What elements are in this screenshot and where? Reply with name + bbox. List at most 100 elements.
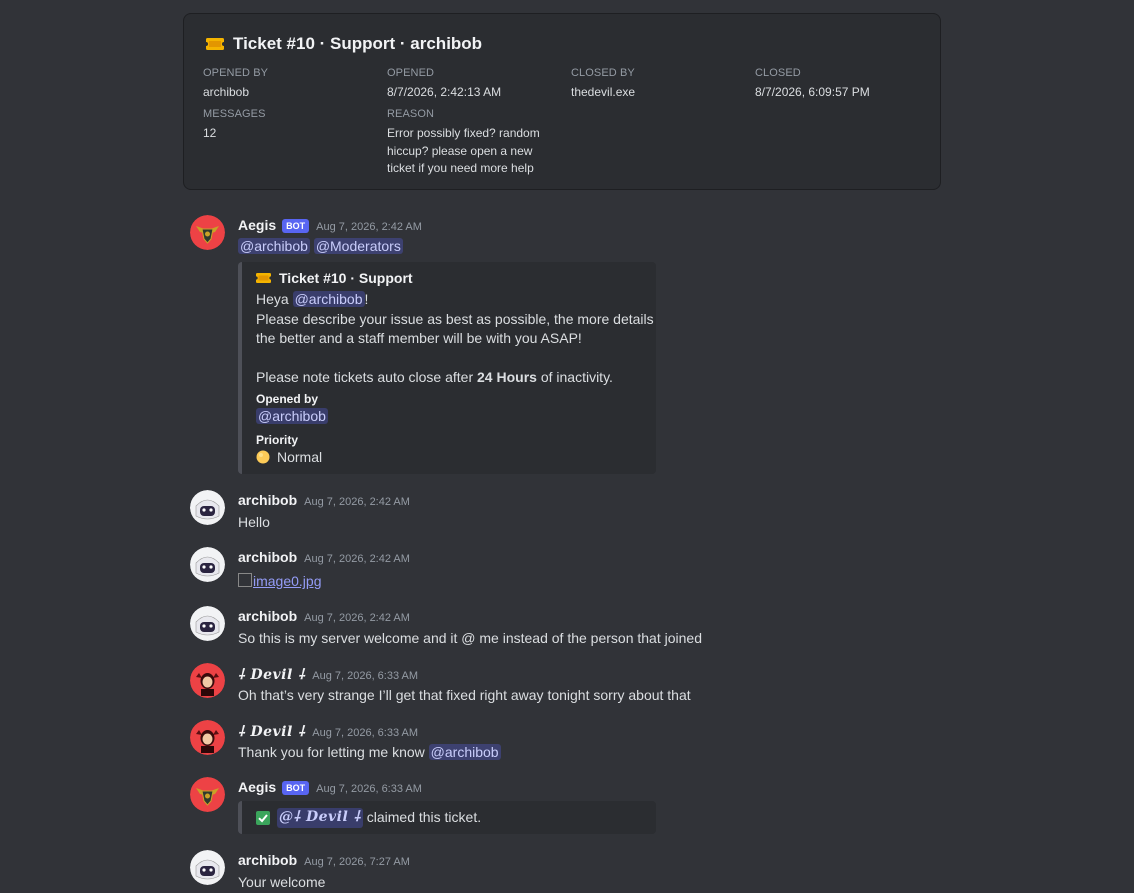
check-mark-button-icon [256,810,270,825]
message-text: Thank you for letting me know [238,744,425,760]
greeting-end: ! [364,291,369,307]
opened-by-label: OPENED BY [203,67,269,79]
claim-embed: @⸸ Devil ⸸ claimed this ticket. [238,801,656,834]
closed-label: CLOSED [755,67,801,79]
reason-line: hiccup? please open a new [387,143,533,158]
timestamp: Aug 7, 2026, 6:33 AM [312,727,419,739]
message-content: So this is my server welcome and it @ me… [238,630,702,646]
ticket-icon [206,38,224,50]
aegis-emblem-icon [190,777,225,812]
ticket-icon [256,273,271,283]
message-header: Aegis BOT Aug 7, 2026, 6:33 AM [238,779,422,796]
author-name[interactable]: archibob [238,492,297,508]
broken-image-icon [238,573,252,587]
devil-avatar-icon [190,663,225,698]
timestamp: Aug 7, 2026, 6:33 AM [316,783,422,795]
embed-line-bold: 24 Hours [477,369,537,385]
embed-line-pre: Please note tickets auto close after [256,369,474,385]
embed-title-text: Ticket #10 · Support [279,270,413,286]
message-header: archibob Aug 7, 2026, 2:42 AM [238,549,410,565]
reason-label: REASON [387,108,435,120]
mention[interactable]: @archibob [292,291,365,307]
opened-label: OPENED [387,67,435,79]
attachment-link[interactable]: image0.jpg [253,573,322,589]
mention[interactable]: @archibob [428,744,501,760]
mention[interactable]: @archibob [256,408,328,424]
opened-field: OPENED 8/7/2026, 2:42:13 AM [387,67,501,102]
closed-field: CLOSED 8/7/2026, 6:09:57 PM [755,67,870,102]
avatar-archibob[interactable] [190,490,225,525]
author-name[interactable]: archibob [238,852,297,868]
reason-value: Error possibly fixed? random hiccup? ple… [387,125,540,178]
avatar-aegis[interactable] [190,777,225,812]
avatar-archibob[interactable] [190,547,225,582]
claim-text: @⸸ Devil ⸸ claimed this ticket. [256,808,481,828]
author-name[interactable]: ⸸ Devil ⸸ [238,722,305,741]
mention[interactable]: @Moderators [313,238,403,254]
messages-value: 12 [203,126,217,140]
closed-by-label: CLOSED BY [571,67,635,79]
timestamp: Aug 7, 2026, 2:42 AM [316,221,422,233]
closed-by-field: CLOSED BY thedevil.exe [571,67,635,102]
author-name[interactable]: archibob [238,608,297,624]
messages-field: MESSAGES 12 [203,108,266,143]
ticket-summary-card: Ticket #10 · Support · archibob OPENED B… [183,13,941,190]
message-header: ⸸ Devil ⸸ Aug 7, 2026, 6:33 AM [238,722,418,741]
message-content: @archibob @Moderators [238,238,403,254]
message-content: image0.jpg [238,573,322,589]
avatar-devil[interactable] [190,720,225,755]
greeting-text: Heya [256,291,289,307]
timestamp: Aug 7, 2026, 2:42 AM [304,553,410,565]
message-header: Aegis BOT Aug 7, 2026, 2:42 AM [238,217,422,234]
timestamp: Aug 7, 2026, 7:27 AM [304,856,410,868]
archibob-avatar-icon [190,547,225,582]
closed-by-value: thedevil.exe [571,85,636,99]
yellow-circle-icon [256,450,270,464]
author-name[interactable]: Aegis [238,779,276,795]
timestamp: Aug 7, 2026, 2:42 AM [304,496,410,508]
mention[interactable]: @archibob [238,238,310,254]
archibob-avatar-icon [190,490,225,525]
archibob-avatar-icon [190,606,225,641]
message-header: archibob Aug 7, 2026, 2:42 AM [238,608,410,624]
reason-line: Error possibly fixed? random [387,126,540,140]
ticket-embed: Ticket #10 · Support Heya @archibob! Ple… [238,262,656,474]
embed-line: the better and a staff member will be wi… [256,330,582,346]
ticket-title: Ticket #10 · Support · archibob [206,34,482,54]
opened-value: 8/7/2026, 2:42:13 AM [387,85,502,99]
archibob-avatar-icon [190,850,225,885]
avatar-aegis[interactable] [190,215,225,250]
ticket-title-text: Ticket #10 · Support · archibob [233,34,483,53]
embed-title: Ticket #10 · Support [256,270,413,286]
opened-by-field: OPENED BY archibob [203,67,268,102]
embed-field-value: @archibob [256,408,328,424]
priority-value: Normal [277,449,323,465]
message-header: archibob Aug 7, 2026, 2:42 AM [238,492,410,508]
message-content: Your welcome [238,874,326,890]
message-header: ⸸ Devil ⸸ Aug 7, 2026, 6:33 AM [238,665,418,684]
avatar-devil[interactable] [190,663,225,698]
timestamp: Aug 7, 2026, 2:42 AM [304,612,410,624]
embed-description: Heya @archibob! Please describe your iss… [256,290,654,388]
opened-by-value: archibob [203,85,250,99]
claim-text-label: claimed this ticket. [366,809,482,825]
embed-field-name: Opened by [256,392,319,406]
timestamp: Aug 7, 2026, 6:33 AM [312,670,419,682]
mention[interactable]: @⸸ Devil ⸸ [277,808,363,828]
author-name[interactable]: ⸸ Devil ⸸ [238,665,305,684]
author-name[interactable]: Aegis [238,217,276,233]
author-name[interactable]: archibob [238,549,297,565]
embed-line: Please describe your issue as best as po… [256,310,654,327]
message-content: Thank you for letting me know @archibob [238,744,501,760]
avatar-archibob[interactable] [190,606,225,641]
reason-field: REASON Error possibly fixed? random hicc… [387,108,540,178]
embed-field-value: Normal [256,449,322,465]
bot-tag: BOT [282,781,310,795]
message-content: Hello [238,514,270,530]
embed-line-post: of inactivity. [540,369,613,385]
reason-line: ticket if you need more help [387,161,534,175]
embed-line: Please note tickets auto close after 24 … [256,368,654,388]
message-header: archibob Aug 7, 2026, 7:27 AM [238,852,410,868]
embed-field-name: Priority [256,433,299,447]
avatar-archibob[interactable] [190,850,225,885]
